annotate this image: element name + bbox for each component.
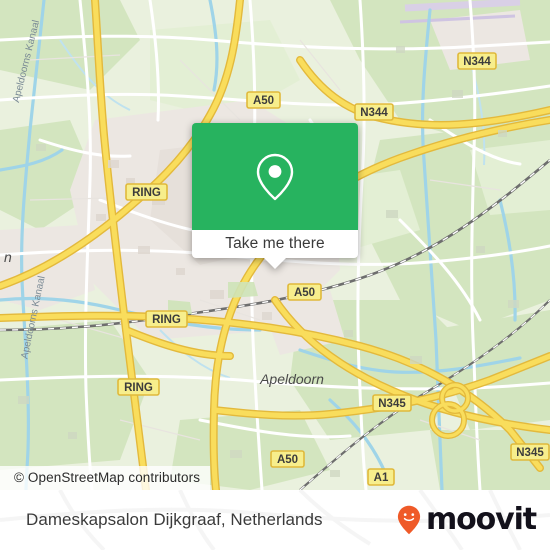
svg-text:RING: RING — [132, 187, 161, 199]
road-shield-a50-2: A50 — [287, 283, 322, 301]
svg-text:N344: N344 — [360, 107, 388, 119]
road-shield-n344-1: N344 — [354, 103, 394, 121]
osm-attribution[interactable]: © OpenStreetMap contributors — [0, 466, 211, 490]
svg-text:N345: N345 — [516, 447, 544, 459]
map-label-town-clip: n — [4, 249, 12, 265]
popup-header — [192, 123, 358, 230]
road-shield-a50-1: A50 — [246, 91, 281, 109]
moovit-brand: moovit — [397, 502, 537, 537]
road-shield-ring-1: RING — [125, 183, 168, 201]
footer-bar: Dameskapsalon Dijkgraaf, Netherlands moo… — [0, 490, 550, 550]
screenshot-root: Apeldoorn n Apeldoorns Kanaal Apeldoorns… — [0, 0, 550, 550]
road-shield-n345-1: N345 — [372, 394, 412, 412]
svg-text:A1: A1 — [374, 472, 389, 484]
svg-text:N345: N345 — [378, 398, 406, 410]
take-me-there-button[interactable]: Take me there — [192, 230, 358, 269]
road-shield-n344-2: N344 — [457, 52, 497, 70]
road-shield-ring-3: RING — [117, 378, 160, 396]
place-title: Dameskapsalon Dijkgraaf, Netherlands — [26, 510, 323, 529]
popup-pointer — [264, 258, 286, 269]
svg-text:A50: A50 — [277, 454, 298, 466]
map-pin-icon — [256, 153, 294, 200]
road-shield-a1: A1 — [367, 468, 395, 486]
svg-text:A50: A50 — [294, 287, 315, 299]
road-shield-a50-3: A50 — [270, 450, 305, 468]
svg-text:A50: A50 — [253, 95, 274, 107]
take-me-there-label: Take me there — [225, 235, 325, 252]
moovit-wordmark: moovit — [425, 502, 537, 537]
svg-text:RING: RING — [152, 314, 181, 326]
svg-text:RING: RING — [124, 382, 153, 394]
map-label-apeldoorn: Apeldoorn — [259, 371, 324, 387]
road-shield-n345-2: N345 — [510, 443, 550, 461]
svg-text:N344: N344 — [463, 56, 491, 68]
road-shield-ring-2: RING — [145, 310, 188, 328]
moovit-smiley-pin-icon — [397, 505, 421, 535]
location-popup-card[interactable]: Take me there — [192, 123, 358, 269]
